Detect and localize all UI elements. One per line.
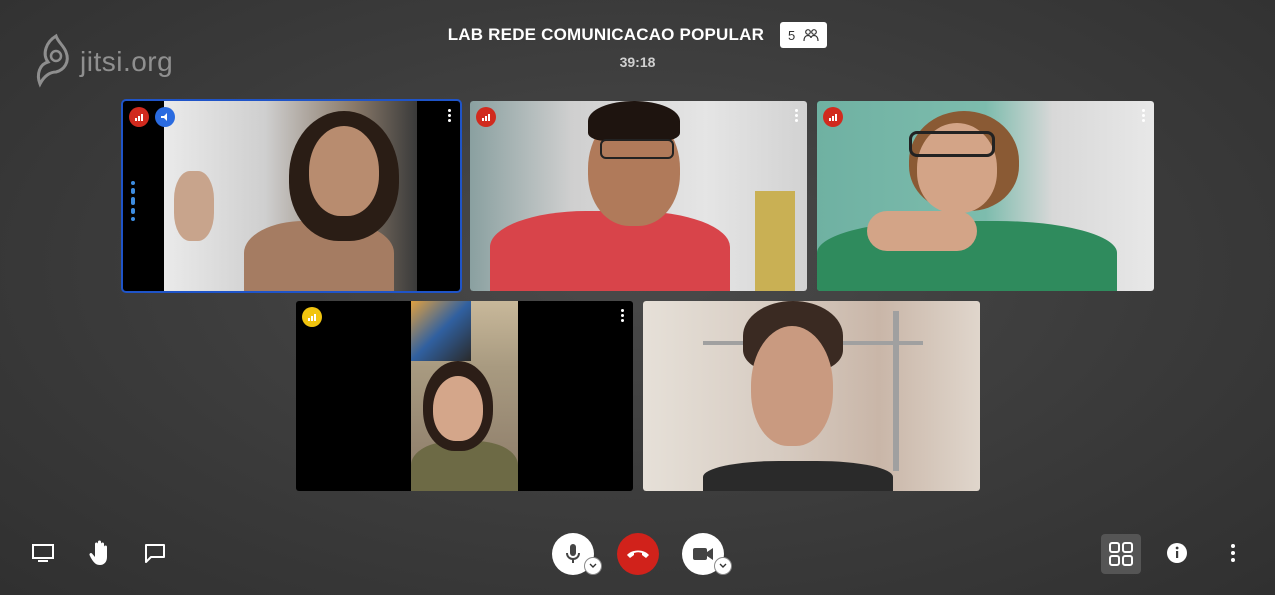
microphone-options-chevron-icon[interactable] xyxy=(584,557,602,575)
tile-view-icon xyxy=(1109,542,1133,566)
video-tile-participant-4[interactable] xyxy=(296,301,633,491)
connection-indicator-icon[interactable] xyxy=(302,307,322,327)
meeting-title: LAB REDE COMUNICACAO POPULAR xyxy=(447,25,765,44)
participant-video xyxy=(411,301,518,491)
participant-video xyxy=(164,101,417,291)
info-icon xyxy=(1167,543,1187,563)
hangup-icon xyxy=(627,550,649,558)
audio-level-indicator xyxy=(131,181,135,221)
screen-share-button[interactable] xyxy=(30,540,56,566)
video-tile-participant-2[interactable] xyxy=(470,101,807,291)
participant-count: 5 xyxy=(788,27,796,43)
participant-video xyxy=(817,101,1154,291)
connection-indicator-icon[interactable] xyxy=(129,107,149,127)
tile-menu-icon[interactable] xyxy=(1142,109,1146,124)
tile-view-button[interactable] xyxy=(1101,534,1141,574)
connection-indicator-icon[interactable] xyxy=(823,107,843,127)
tile-menu-icon[interactable] xyxy=(795,109,799,124)
info-button[interactable] xyxy=(1164,540,1190,566)
dominant-speaker-icon xyxy=(155,107,175,127)
video-tile-participant-5[interactable] xyxy=(643,301,980,491)
tile-menu-icon[interactable] xyxy=(448,109,452,124)
participant-video xyxy=(470,101,807,291)
chat-button[interactable] xyxy=(142,540,168,566)
connection-indicator-icon[interactable] xyxy=(476,107,496,127)
screen-share-icon xyxy=(32,544,54,562)
raise-hand-icon xyxy=(89,540,107,565)
meeting-timer: 39:18 xyxy=(619,54,656,70)
participant-video xyxy=(643,301,980,491)
meeting-header: LAB REDE COMUNICACAO POPULAR 5 39:18 xyxy=(0,22,1275,70)
camera-icon xyxy=(693,548,713,560)
raise-hand-button[interactable] xyxy=(86,540,112,566)
more-options-icon xyxy=(1231,544,1235,562)
video-tile-participant-3[interactable] xyxy=(817,101,1154,291)
participants-icon xyxy=(803,29,819,42)
participants-count-button[interactable]: 5 xyxy=(780,22,828,48)
chat-icon xyxy=(145,544,165,563)
tile-menu-icon[interactable] xyxy=(621,309,625,324)
hangup-button[interactable] xyxy=(617,533,659,575)
more-options-button[interactable] xyxy=(1220,540,1246,566)
camera-options-chevron-icon[interactable] xyxy=(714,557,732,575)
video-tile-participant-1[interactable] xyxy=(123,101,460,291)
microphone-icon xyxy=(566,544,580,563)
